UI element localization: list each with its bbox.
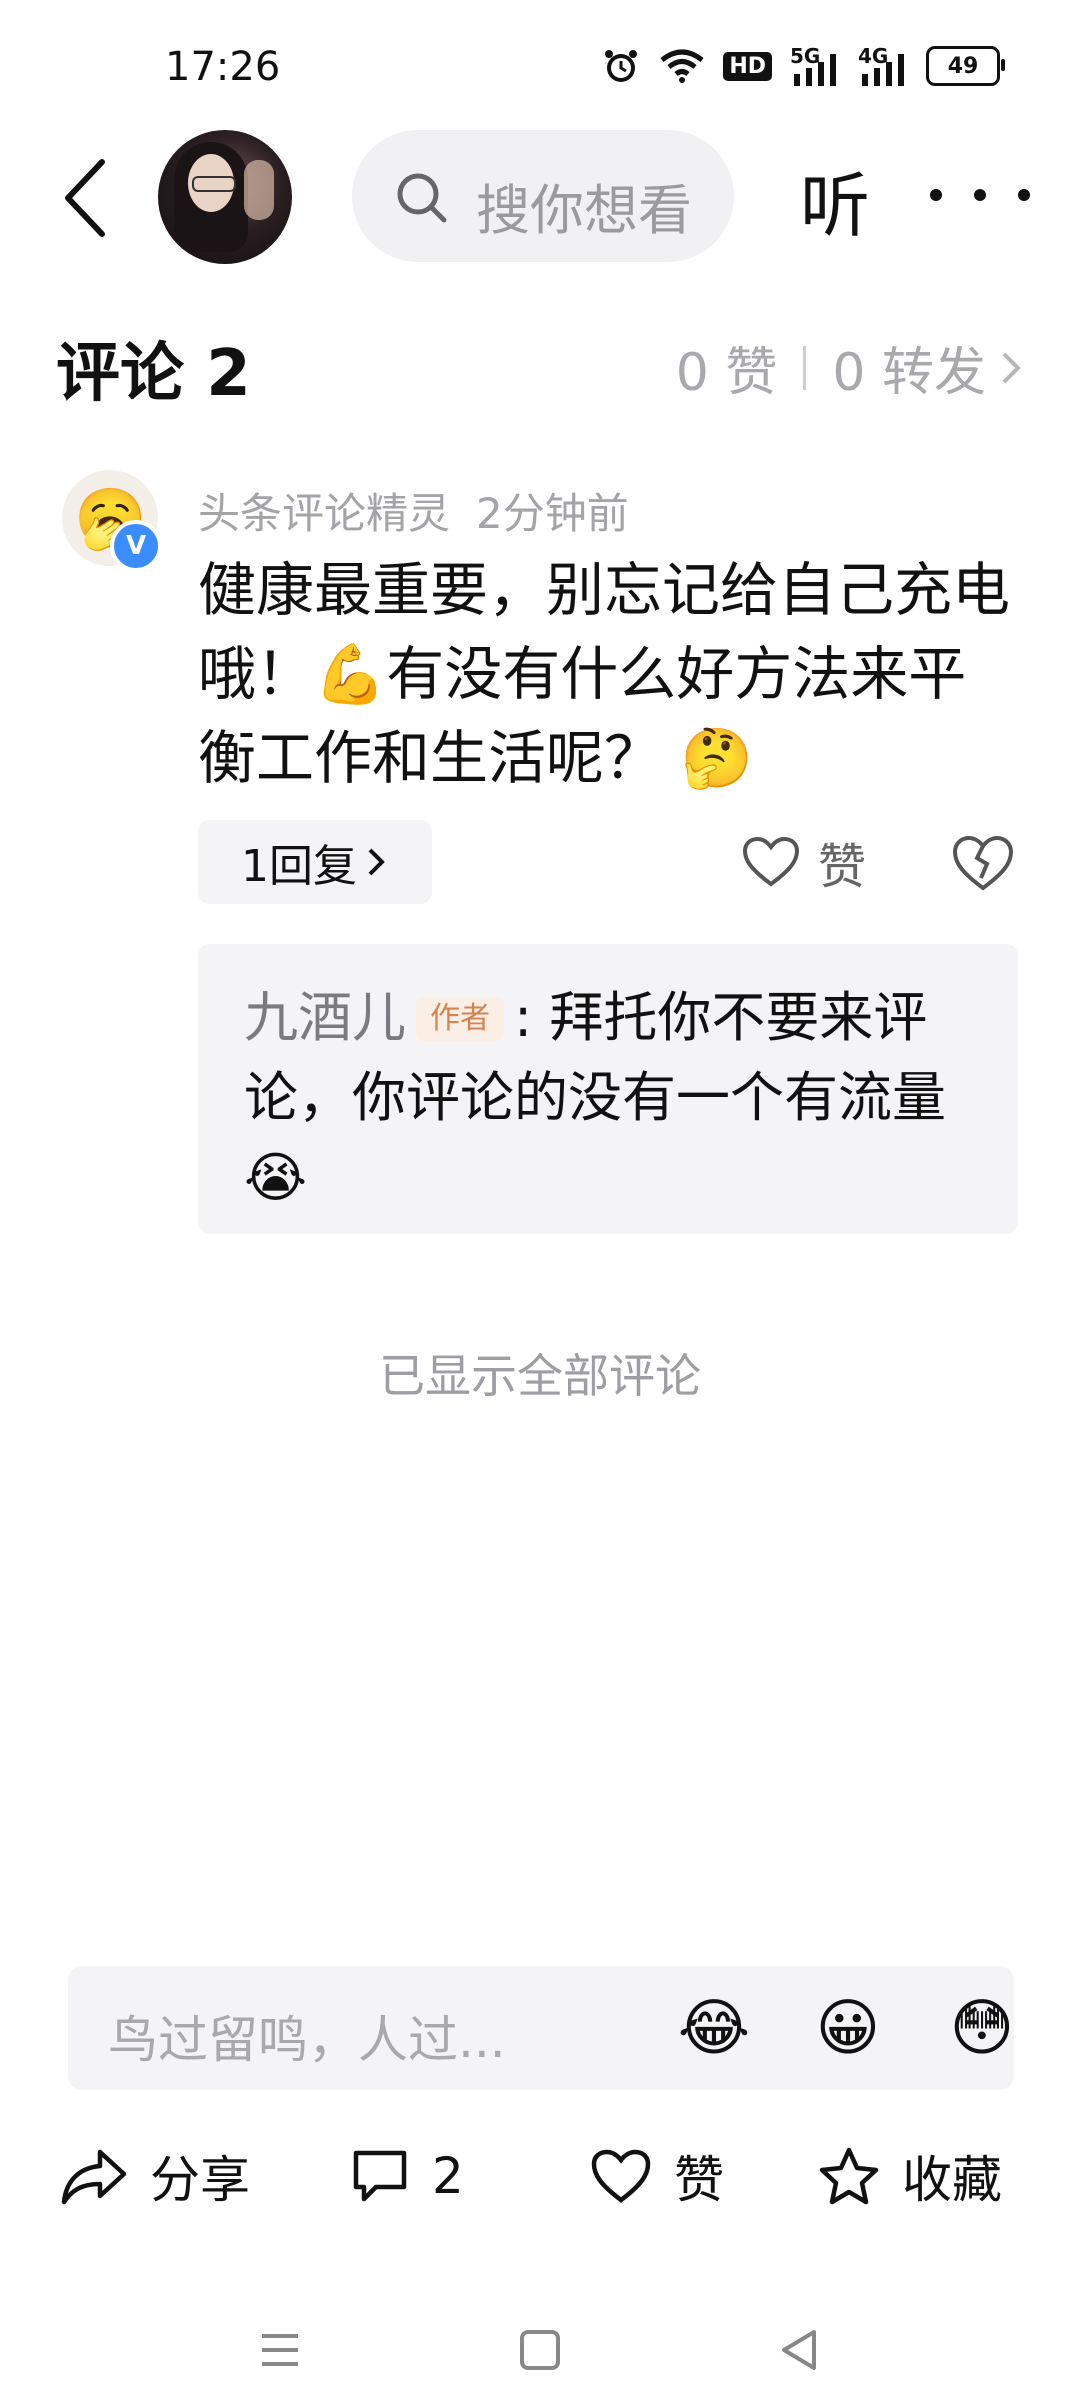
signal-5g-icon: 5G xyxy=(790,44,840,88)
like-label: 赞 xyxy=(674,2151,724,2209)
net-label-1: 5G xyxy=(790,44,821,68)
net-label-2: 4G xyxy=(858,44,889,68)
comment-time: 2分钟前 xyxy=(476,489,629,538)
reply-emoji: 😭 xyxy=(244,1146,308,1209)
back-button[interactable] xyxy=(50,158,120,238)
comment-input[interactable]: 鸟过留鸣，人过... 😂 😀 😳 xyxy=(68,1966,1014,2090)
reply-author[interactable]: 九酒儿 xyxy=(244,986,406,1049)
avatar-glasses xyxy=(192,176,236,192)
comment-like-button[interactable]: 赞 xyxy=(742,826,866,898)
more-icon-dot-2 xyxy=(974,189,986,201)
hd-label: HD xyxy=(723,51,772,81)
commenter-avatar[interactable]: 🥱 V xyxy=(62,470,162,572)
search-input[interactable]: 搜你想看 xyxy=(352,130,734,262)
comment-body: 健康最重要，别忘记给自己充电哦！💪有没有什么好方法来平衡工作和生活呢？ 🤔 xyxy=(198,548,1018,800)
all-comments-shown-label: 已显示全部评论 xyxy=(379,1349,701,1403)
avatar-background-person xyxy=(244,160,274,220)
author-tag: 作者 xyxy=(416,997,504,1041)
comment-author[interactable]: 头条评论精灵 xyxy=(198,489,450,538)
heart-icon xyxy=(591,2149,651,2203)
emoji-surprised-button[interactable]: 😳 xyxy=(944,1990,1020,2066)
hd-icon: HD xyxy=(723,44,772,88)
bottom-action-bar: 分享 2 赞 收藏 xyxy=(0,2126,1080,2226)
more-icon-dot-3 xyxy=(1018,189,1030,201)
listen-button[interactable]: 听 xyxy=(800,150,870,251)
comment-meta: 头条评论精灵 2分钟前 xyxy=(198,480,629,541)
emoji-smile-button[interactable]: 😀 xyxy=(810,1990,886,2066)
search-placeholder: 搜你想看 xyxy=(476,179,692,242)
home-icon[interactable] xyxy=(510,2320,570,2380)
replies-count: 1回复 xyxy=(241,841,357,892)
author-avatar[interactable] xyxy=(158,130,292,264)
comment-count: 2 xyxy=(432,2147,464,2205)
system-navigation-bar xyxy=(0,2300,1080,2400)
back-icon xyxy=(65,159,105,237)
battery-icon: 49 xyxy=(926,44,1005,88)
comment-icon xyxy=(353,2150,407,2202)
thinking-face-emoji: 🤔 xyxy=(680,724,753,792)
reply-content: 九酒儿 作者: 拜托你不要来评论，你评论的没有一个有流量 😭 xyxy=(244,978,974,1218)
top-navigation: 搜你想看 听 xyxy=(0,120,1080,280)
emoji-laughing-button[interactable]: 😂 xyxy=(676,1990,752,2066)
star-icon xyxy=(819,2147,879,2205)
like-button[interactable]: 赞 xyxy=(590,2126,724,2226)
forwards-count: 0 转发 xyxy=(832,343,986,403)
menu-icon[interactable] xyxy=(250,2320,310,2380)
comment-input-placeholder: 鸟过留鸣，人过... xyxy=(108,2011,506,2069)
heart-icon xyxy=(742,836,800,887)
chevron-right-icon xyxy=(368,848,385,876)
broken-heart-icon[interactable] xyxy=(950,830,1016,896)
comments-title: 评论 2 xyxy=(56,337,251,411)
battery-level: 49 xyxy=(926,46,1005,86)
likes-count: 0 赞 xyxy=(675,343,778,403)
search-icon xyxy=(397,173,447,223)
status-icons: HD 5G 4G 49 xyxy=(601,44,1005,88)
comment-like-label: 赞 xyxy=(818,839,867,895)
comment-button[interactable]: 2 xyxy=(350,2126,464,2226)
alarm-icon xyxy=(601,44,641,88)
view-replies-button[interactable]: 1回复 xyxy=(198,820,432,904)
verified-badge-icon: V xyxy=(110,520,162,572)
more-button[interactable] xyxy=(930,170,1030,220)
status-time: 17:26 xyxy=(165,44,281,90)
back-triangle-icon[interactable] xyxy=(770,2320,830,2380)
signal-4g-icon: 4G xyxy=(858,44,908,88)
chevron-right-icon xyxy=(1002,352,1021,383)
status-bar: 17:26 HD 5G 4G 49 xyxy=(0,0,1080,120)
stats-divider xyxy=(803,345,807,390)
favorite-button[interactable]: 收藏 xyxy=(818,2126,1002,2226)
post-stats[interactable]: 0 赞 0 转发 xyxy=(676,330,1024,405)
more-icon xyxy=(930,189,942,201)
reply-preview[interactable]: 九酒儿 作者: 拜托你不要来评论，你评论的没有一个有流量 😭 xyxy=(198,944,1018,1234)
share-button[interactable]: 分享 xyxy=(60,2126,250,2226)
wifi-icon xyxy=(659,44,705,88)
favorite-label: 收藏 xyxy=(902,2151,1002,2209)
share-icon xyxy=(61,2149,127,2205)
flexed-biceps-emoji: 💪 xyxy=(314,640,387,708)
share-label: 分享 xyxy=(150,2151,250,2209)
